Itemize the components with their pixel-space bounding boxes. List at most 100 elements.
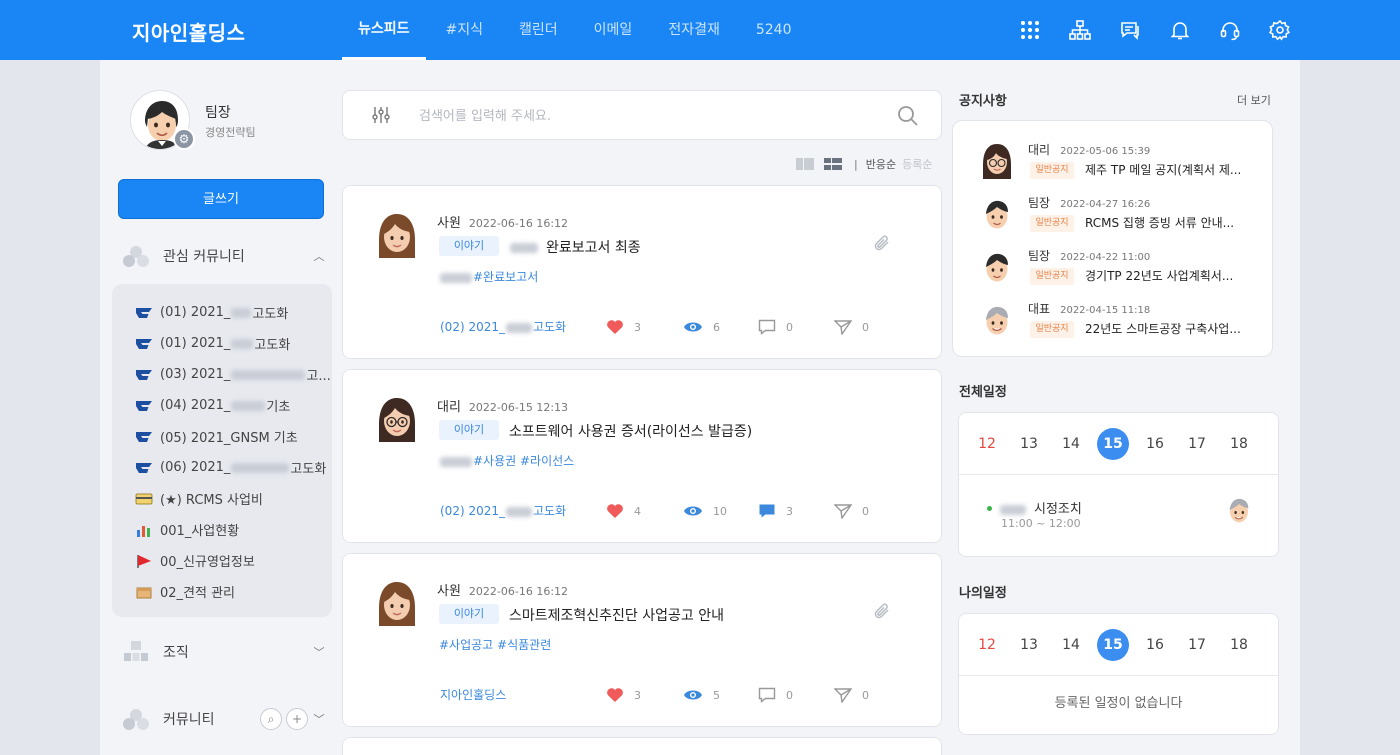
list-view-icon[interactable] xyxy=(824,158,842,170)
post-card[interactable]: 사원 2022-06-16 16:12 이야기 완료보고서 최종 #완료보고서 (… xyxy=(342,185,942,359)
share-stat[interactable]: 0 xyxy=(834,684,869,706)
calendar-day[interactable]: 16 xyxy=(1139,428,1171,460)
post-hashtags[interactable]: #사업공고 #식품관련 xyxy=(439,636,551,653)
like-stat[interactable]: 3 xyxy=(606,684,641,706)
community-item[interactable]: (03) 2021_ 고... xyxy=(112,359,332,390)
search-input[interactable] xyxy=(419,105,879,127)
calendar-day[interactable]: 13 xyxy=(1013,629,1045,661)
post-category-tag[interactable]: 이야기 xyxy=(439,604,499,624)
post-hashtags[interactable]: #사용권 #라이선스 xyxy=(439,452,574,469)
brand-logo[interactable]: 지아인홀딩스 xyxy=(132,17,245,46)
write-button[interactable]: 글쓰기 xyxy=(118,179,324,219)
community-item[interactable]: (04) 2021_ 기초 xyxy=(112,390,332,421)
post-meta: 대리 2022-06-15 12:13 xyxy=(437,396,568,415)
notice-item-title[interactable]: RCMS 집행 증빙 서류 안내... xyxy=(1085,214,1234,231)
community-item[interactable]: (06) 2021_ 고도화 xyxy=(112,452,332,483)
nav-tab-knowledge[interactable]: #지식 xyxy=(430,0,500,60)
notice-item[interactable]: 팀장 2022-04-27 16:26 일반공지 RCMS 집행 증빙 서류 안내… xyxy=(979,194,1269,238)
search-icon[interactable] xyxy=(897,105,919,131)
nav-tab-calendar[interactable]: 캘린더 xyxy=(503,0,574,60)
post-title[interactable]: 스마트제조혁신추진단 사업공고 안내 xyxy=(509,605,724,625)
headset-icon[interactable] xyxy=(1218,18,1242,42)
community-item-label: 00_신규영업정보 xyxy=(160,555,255,570)
post-title[interactable]: 소프트웨어 사용권 증서(라이선스 발급증) xyxy=(509,421,752,441)
sort-by-reaction[interactable]: 반응순 xyxy=(866,156,896,172)
notice-item[interactable]: 대리 2022-05-06 15:39 일반공지 제주 TP 메일 공지(계획서 … xyxy=(979,141,1269,185)
post-community-link[interactable]: (02) 2021_ 고도화 xyxy=(440,502,566,519)
community-item[interactable]: 001_사업현황 xyxy=(112,514,332,545)
notice-item[interactable]: 대표 2022-04-15 11:18 일반공지 22년도 스마트공장 구축사업.… xyxy=(979,300,1269,344)
community-header[interactable]: 커뮤니티 ⌕ + ﹀ xyxy=(122,704,326,734)
org-chart-icon[interactable] xyxy=(1068,18,1092,42)
post-author[interactable]: 사원 xyxy=(437,216,461,231)
notice-item-title[interactable]: 22년도 스마트공장 구축사업... xyxy=(1085,320,1241,337)
post-hashtags[interactable]: #완료보고서 xyxy=(439,268,538,285)
org-header[interactable]: 조직 ﹀ xyxy=(122,637,326,667)
community-item[interactable]: (01) 2021_ 고도화 xyxy=(112,297,332,328)
chevron-down-icon[interactable]: ﹀ xyxy=(312,644,326,660)
calendar-day-today[interactable]: 15 xyxy=(1097,427,1129,460)
calendar-day[interactable]: 14 xyxy=(1055,629,1087,661)
chat-icon[interactable] xyxy=(1118,18,1142,42)
interest-community-header[interactable]: 관심 커뮤니티 ︿ xyxy=(122,241,326,271)
calendar-day[interactable]: 17 xyxy=(1181,428,1213,460)
nav-tab-email[interactable]: 이메일 xyxy=(578,0,649,60)
calendar-day[interactable]: 18 xyxy=(1223,428,1255,460)
notice-item-title[interactable]: 경기TP 22년도 사업계획서... xyxy=(1085,267,1233,284)
comment-stat[interactable]: 0 xyxy=(758,316,793,338)
calendar-day[interactable]: 14 xyxy=(1055,428,1087,460)
profile-settings-gear-icon[interactable]: ⚙ xyxy=(173,128,195,150)
comment-stat[interactable]: 0 xyxy=(758,684,793,706)
settings-gear-icon[interactable] xyxy=(1268,18,1292,42)
calendar-day[interactable]: 17 xyxy=(1181,629,1213,661)
nav-tab-approval[interactable]: 전자결재 xyxy=(652,0,736,60)
like-stat[interactable]: 3 xyxy=(606,316,641,338)
my-schedule-calendar: 12 13 14 15 16 17 18 등록된 일정이 없습니다 xyxy=(958,613,1279,735)
notice-item-title[interactable]: 제주 TP 메일 공지(계획서 제... xyxy=(1085,161,1241,178)
notice-item[interactable]: 팀장 2022-04-22 11:00 일반공지 경기TP 22년도 사업계획서.… xyxy=(979,247,1269,291)
community-add-icon[interactable]: + xyxy=(286,708,308,730)
calendar-day-today[interactable]: 15 xyxy=(1097,628,1129,661)
community-item[interactable]: (05) 2021_GNSM 기초 xyxy=(112,421,332,452)
post-author[interactable]: 대리 xyxy=(437,400,461,415)
community-logo-icon xyxy=(135,399,153,413)
paperclip-icon[interactable] xyxy=(873,602,891,624)
filter-sliders-icon[interactable] xyxy=(371,105,391,129)
post-category-tag[interactable]: 이야기 xyxy=(439,420,499,440)
community-item[interactable]: 00_신규영업정보 xyxy=(112,545,332,576)
calendar-day[interactable]: 12 xyxy=(971,629,1003,661)
post-meta: 사원 2022-06-16 16:12 xyxy=(437,212,568,231)
community-item[interactable]: (★) RCMS 사업비 xyxy=(112,483,332,514)
post-card[interactable]: 사원 2022-06-16 16:12 이야기 스마트제조혁신추진단 사업공고 안… xyxy=(342,553,942,727)
community-search-icon[interactable]: ⌕ xyxy=(260,708,282,730)
community-item[interactable]: 02_견적 관리 xyxy=(112,576,332,607)
post-author[interactable]: 사원 xyxy=(437,584,461,599)
post-card[interactable] xyxy=(342,737,942,755)
share-stat[interactable]: 0 xyxy=(834,316,869,338)
nav-tab-newsfeed[interactable]: 뉴스피드 xyxy=(342,0,426,60)
post-title[interactable]: 완료보고서 최종 xyxy=(509,237,641,257)
calendar-day[interactable]: 13 xyxy=(1013,428,1045,460)
post-category-tag[interactable]: 이야기 xyxy=(439,236,499,256)
bell-icon[interactable] xyxy=(1168,18,1192,42)
like-stat[interactable]: 4 xyxy=(606,500,641,522)
calendar-day[interactable]: 12 xyxy=(971,428,1003,460)
nav-tab-5240[interactable]: 5240 xyxy=(740,0,808,60)
apps-grid-icon[interactable] xyxy=(1018,18,1042,42)
paperclip-icon[interactable] xyxy=(873,234,891,256)
post-community-link[interactable]: (02) 2021_ 고도화 xyxy=(440,318,566,335)
card-view-icon[interactable] xyxy=(796,158,814,170)
share-stat[interactable]: 0 xyxy=(834,500,869,522)
post-footer: (02) 2021_ 고도화 3 6 0 0 xyxy=(440,316,900,338)
community-item[interactable]: (01) 2021_ 고도화 xyxy=(112,328,332,359)
comment-stat[interactable]: 3 xyxy=(758,500,793,522)
post-card[interactable]: 대리 2022-06-15 12:13 이야기 소프트웨어 사용권 증서(라이선스… xyxy=(342,369,942,543)
schedule-event[interactable]: 시정조치 11:00 ~ 12:00 xyxy=(959,475,1278,555)
calendar-day[interactable]: 18 xyxy=(1223,629,1255,661)
notice-more-link[interactable]: 더 보기 xyxy=(1237,92,1271,108)
chevron-up-icon[interactable]: ︿ xyxy=(312,248,326,264)
calendar-day[interactable]: 16 xyxy=(1139,629,1171,661)
chevron-down-icon[interactable]: ﹀ xyxy=(312,711,326,727)
sort-by-registered[interactable]: 등록순 xyxy=(902,156,932,172)
post-community-link[interactable]: 지아인홀딩스 xyxy=(440,686,506,703)
